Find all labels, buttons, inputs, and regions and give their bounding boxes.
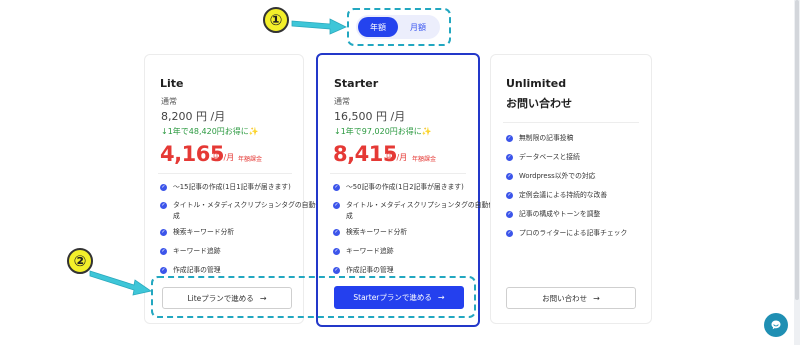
check-circle-icon: ✓ <box>333 201 340 209</box>
price-unit: 円 /月 <box>213 153 235 162</box>
check-circle-icon: ✓ <box>160 266 167 274</box>
button-label: お問い合わせ <box>542 293 588 303</box>
discount-text: ↓1年で48,420円お得に✨ <box>161 127 259 136</box>
price-unit: 円 /月 <box>386 153 408 162</box>
callout-arrow-1-icon <box>291 18 347 35</box>
feature-item: ✓ 定例会議による持続的な改善 <box>506 191 608 199</box>
feature-item: ✓ データベースと接続 <box>506 153 580 161</box>
check-circle-icon: ✓ <box>333 266 340 274</box>
plan-name: Unlimited <box>506 77 567 90</box>
plan-name: Lite <box>160 77 184 90</box>
regular-price: 16,500 円 /月 <box>334 110 406 123</box>
toggle-yearly[interactable]: 年額 <box>358 17 398 37</box>
check-circle-icon: ✓ <box>506 229 513 237</box>
check-circle-icon: ✓ <box>333 247 340 255</box>
pricing-page: ① 年額 月額 Lite 通常 8,200 円 /月 ↓1年で48,420円お得… <box>0 0 800 345</box>
feature-item: ✓ Wordpress以外での対応 <box>506 172 596 180</box>
check-circle-icon: ✓ <box>333 183 340 191</box>
check-circle-icon: ✓ <box>506 172 513 180</box>
feature-item: ✓ 〜50記事の作成(1日2記事が届きます) <box>333 183 464 191</box>
check-circle-icon: ✓ <box>506 134 513 142</box>
feature-item: ✓ タイトル・メタディスクリプションタグの自動作 <box>333 201 496 209</box>
discount-text: ↓1年で97,020円お得に✨ <box>334 127 432 136</box>
regular-label: 通常 <box>161 97 177 106</box>
check-circle-icon: ✓ <box>506 153 513 161</box>
check-circle-icon: ✓ <box>160 247 167 255</box>
callout-badge-1: ① <box>263 7 289 33</box>
plan-name: Starter <box>334 77 379 90</box>
feature-item: ✓ 検索キーワード分析 <box>160 228 235 236</box>
feature-item: ✓ 〜15記事の作成(1日1記事が届きます) <box>160 183 291 191</box>
feature-item-wrap: 成 <box>346 212 353 220</box>
feature-item: ✓ キーワード追跡 <box>160 247 221 255</box>
scrollbar[interactable] <box>794 0 800 345</box>
scrollbar-thumb[interactable] <box>795 0 799 300</box>
check-circle-icon: ✓ <box>160 228 167 236</box>
callout-arrow-2-icon <box>89 270 152 296</box>
feature-item: ✓ 記事の構成やトーンを調整 <box>506 210 601 218</box>
check-circle-icon: ✓ <box>506 191 513 199</box>
feature-item: ✓ 無制限の記事投稿 <box>506 134 574 142</box>
toggle-monthly[interactable]: 月額 <box>398 17 438 37</box>
check-circle-icon: ✓ <box>160 183 167 191</box>
check-circle-icon: ✓ <box>160 201 167 209</box>
divider <box>158 173 292 174</box>
billing-tag: 年額課金 <box>412 156 437 163</box>
feature-item-wrap: 成 <box>173 212 180 220</box>
feature-item: ✓ プロのライターによる記事チェック <box>506 229 628 237</box>
divider <box>330 173 466 174</box>
chat-bubble-icon[interactable] <box>764 313 788 337</box>
feature-item: ✓ キーワード追跡 <box>333 247 394 255</box>
check-circle-icon: ✓ <box>506 210 513 218</box>
feature-item: ✓ タイトル・メタディスクリプションタグの自動作 <box>160 201 323 209</box>
arrow-right-icon: → <box>593 293 600 303</box>
contact-heading: お問い合わせ <box>506 97 572 110</box>
billing-tag: 年額課金 <box>238 156 263 163</box>
check-circle-icon: ✓ <box>333 228 340 236</box>
feature-item: ✓ 作成記事の管理 <box>333 266 394 274</box>
regular-price: 8,200 円 /月 <box>161 110 226 123</box>
highlight-box-buttons <box>151 276 476 318</box>
divider <box>503 122 639 123</box>
feature-item: ✓ 作成記事の管理 <box>160 266 221 274</box>
feature-item: ✓ 検索キーワード分析 <box>333 228 408 236</box>
contact-button[interactable]: お問い合わせ → <box>506 287 636 309</box>
billing-period-toggle[interactable]: 年額 月額 <box>356 15 440 39</box>
regular-label: 通常 <box>334 97 350 106</box>
